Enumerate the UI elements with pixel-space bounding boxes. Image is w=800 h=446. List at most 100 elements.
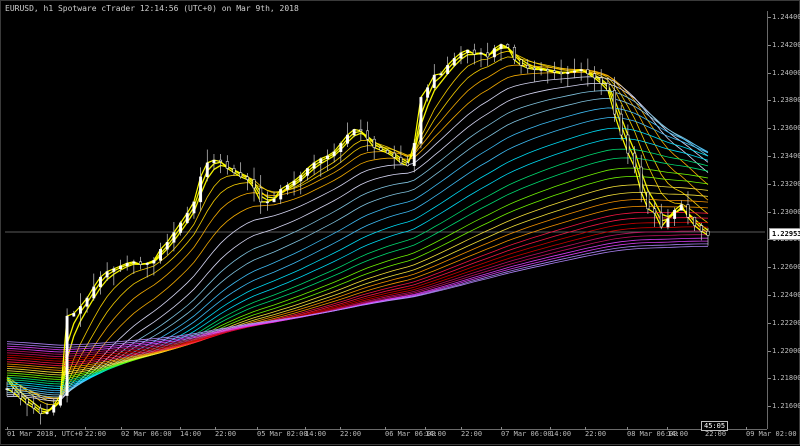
price-bar bbox=[659, 212, 663, 228]
ema-ribbon-line bbox=[6, 243, 708, 348]
ema-ribbon bbox=[6, 43, 709, 415]
price-bar bbox=[606, 83, 610, 91]
price-bar bbox=[38, 407, 42, 414]
price-bar bbox=[673, 209, 677, 219]
time-axis-label: 14:00 bbox=[425, 430, 447, 438]
price-bar bbox=[499, 44, 503, 49]
time-axis-label: 02 Mar 06:00 bbox=[121, 430, 172, 438]
price-axis-label: 1.23400 bbox=[772, 152, 800, 160]
price-axis-tick bbox=[768, 44, 771, 46]
price-bar bbox=[132, 261, 136, 264]
price-axis-tick bbox=[768, 295, 771, 296]
price-axis-tick bbox=[768, 350, 771, 352]
price-bar bbox=[185, 212, 189, 224]
price-axis-tick bbox=[768, 72, 771, 74]
price-axis-label: 1.24000 bbox=[772, 68, 800, 77]
price-bar bbox=[65, 315, 69, 396]
chart-window[interactable]: EURUSD, h1 Spotware cTrader 12:14:56 (UT… bbox=[0, 0, 800, 445]
price-bar bbox=[506, 44, 510, 48]
price-bar bbox=[586, 69, 590, 74]
price-axis-label: 1.24200 bbox=[772, 40, 800, 49]
price-axis-tick bbox=[768, 17, 771, 18]
price-bar bbox=[5, 388, 9, 390]
price-bar bbox=[626, 134, 630, 154]
price-bar bbox=[512, 46, 516, 61]
price-bar bbox=[72, 313, 76, 317]
price-axis-tick bbox=[768, 128, 771, 130]
price-bar bbox=[593, 73, 596, 79]
price-bar bbox=[245, 176, 249, 180]
price-bar bbox=[599, 77, 603, 84]
time-axis-label: 05 Mar 02:00 bbox=[257, 430, 308, 438]
price-bar bbox=[366, 130, 369, 140]
time-axis[interactable]: 01 Mar 2018, UTC+0 22:00 02 Mar 06:00 14:00… bbox=[5, 427, 797, 446]
price-bar bbox=[319, 158, 323, 164]
price-axis-tick bbox=[768, 322, 771, 324]
price-bar bbox=[693, 216, 697, 226]
price-bar bbox=[472, 49, 476, 55]
current-price-label: 1.22953 bbox=[769, 228, 800, 240]
price-bar bbox=[32, 403, 36, 409]
price-bar bbox=[372, 138, 376, 148]
price-bar bbox=[486, 52, 490, 58]
time-axis-label: 22:00 bbox=[215, 430, 237, 438]
price-bar bbox=[159, 249, 163, 261]
price-bar bbox=[299, 175, 303, 182]
price-bar bbox=[152, 260, 156, 264]
price-line bbox=[6, 43, 709, 415]
price-bar bbox=[426, 87, 430, 98]
ema-ribbon-line bbox=[6, 175, 709, 378]
time-axis-label: 14:00 bbox=[667, 430, 689, 438]
price-axis-label: 1.23800 bbox=[772, 96, 800, 105]
price-axis[interactable]: 1.24400 1.24200 1.24000 1.23800 1.23600 1.234… bbox=[767, 11, 800, 429]
ema-ribbon-line bbox=[6, 226, 709, 360]
price-bar bbox=[432, 74, 436, 88]
price-axis-label: 1.22200 bbox=[772, 318, 800, 327]
price-bar bbox=[552, 70, 556, 73]
price-bar bbox=[479, 52, 483, 55]
time-axis-label: 09 Mar 02:00 bbox=[746, 430, 797, 438]
price-bar bbox=[12, 388, 16, 394]
ema-ribbon-line bbox=[6, 240, 708, 351]
price-bar bbox=[452, 58, 456, 66]
time-axis-label: 22:00 bbox=[461, 430, 483, 438]
price-bar bbox=[466, 49, 470, 54]
bar-countdown: 45:05 bbox=[701, 421, 729, 431]
ema-ribbon-line bbox=[6, 138, 709, 387]
price-axis-label: 1.21600 bbox=[772, 402, 800, 411]
price-bar bbox=[706, 230, 710, 236]
price-bar bbox=[105, 271, 109, 278]
time-axis-label: 14:00 bbox=[305, 430, 327, 438]
time-axis-label: 01 Mar 2018, UTC+0 bbox=[7, 430, 83, 438]
price-bar bbox=[699, 225, 703, 232]
time-axis-label: 14:00 bbox=[550, 430, 572, 438]
price-bar bbox=[332, 151, 336, 157]
price-bar bbox=[546, 69, 550, 72]
price-bar bbox=[219, 159, 223, 162]
price-bar bbox=[352, 129, 356, 136]
price-bar bbox=[613, 90, 616, 115]
price-bar bbox=[386, 150, 389, 154]
ema-ribbon-line bbox=[6, 198, 709, 371]
price-bar bbox=[45, 412, 49, 414]
price-bar bbox=[392, 152, 396, 158]
price-bar bbox=[639, 166, 643, 193]
ema-ribbon-line bbox=[6, 221, 709, 362]
price-bar bbox=[399, 157, 403, 164]
price-bar bbox=[165, 242, 169, 250]
price-axis-tick bbox=[768, 406, 771, 408]
price-bar bbox=[285, 184, 289, 190]
price-plot[interactable] bbox=[5, 11, 765, 429]
price-bar bbox=[446, 65, 450, 74]
price-bar bbox=[279, 189, 283, 200]
price-bar bbox=[339, 143, 343, 152]
price-bar bbox=[139, 261, 142, 265]
price-bar bbox=[259, 187, 263, 203]
price-axis-tick bbox=[768, 267, 771, 269]
price-bar bbox=[272, 198, 276, 203]
price-bar bbox=[99, 276, 102, 288]
price-bar bbox=[78, 306, 82, 314]
price-bar bbox=[112, 268, 116, 272]
price-bar bbox=[119, 265, 122, 270]
price-bar bbox=[406, 162, 410, 166]
